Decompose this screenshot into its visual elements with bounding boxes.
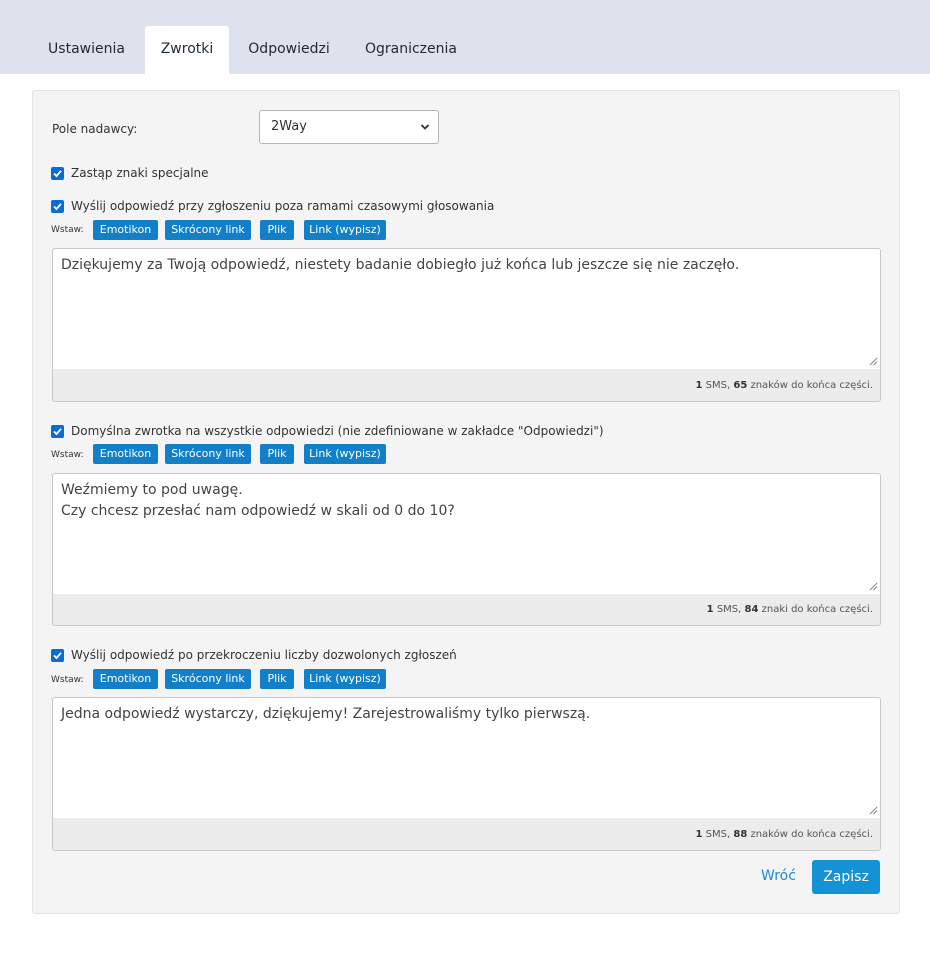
insert-file-button[interactable]: Plik <box>260 669 294 689</box>
resize-handle-icon[interactable] <box>869 806 878 815</box>
insert-emoticon-button[interactable]: Emotikon <box>93 444 158 464</box>
insert-short-link-button[interactable]: Skrócony link <box>165 220 251 240</box>
insert-label: Wstaw: <box>51 225 84 235</box>
tab-zwrotki[interactable]: Zwrotki <box>145 26 229 74</box>
insert-optout-link-button[interactable]: Link (wypisz) <box>304 444 386 464</box>
message-textarea-3[interactable]: Jedna odpowiedź wystarczy, dziękujemy! Z… <box>53 698 880 818</box>
insert-label: Wstaw: <box>51 450 84 460</box>
checkmark-icon <box>53 428 62 436</box>
resize-handle-icon[interactable] <box>869 357 878 366</box>
insert-optout-link-button[interactable]: Link (wypisz) <box>304 669 386 689</box>
section-3-checkbox[interactable] <box>51 649 64 662</box>
message-box-3: Jedna odpowiedź wystarczy, dziękujemy! Z… <box>52 697 881 851</box>
insert-file-button[interactable]: Plik <box>260 220 294 240</box>
sms-counter-2: 1 SMS, 84 znaki do końca części. <box>706 604 873 615</box>
section-1-label: Wyślij odpowiedź przy zgłoszeniu poza ra… <box>71 199 495 213</box>
insert-label: Wstaw: <box>51 675 84 685</box>
message-textarea-2[interactable]: Weźmiemy to pod uwagę. Czy chcesz przesł… <box>53 474 880 594</box>
sender-select-value: 2Way <box>271 119 307 134</box>
back-link[interactable]: Wróć <box>761 868 796 884</box>
checkmark-icon <box>53 203 62 211</box>
sms-counter-1: 1 SMS, 65 znaków do końca części. <box>695 380 874 391</box>
tab-ustawienia[interactable]: Ustawienia <box>33 26 140 74</box>
sender-label: Pole nadawcy: <box>52 122 138 136</box>
tab-odpowiedzi[interactable]: Odpowiedzi <box>234 26 344 74</box>
message-box-2: Weźmiemy to pod uwagę. Czy chcesz przesł… <box>52 473 881 626</box>
message-textarea-1[interactable]: Dziękujemy za Twoją odpowiedź, niestety … <box>53 249 880 369</box>
section-2-checkbox[interactable] <box>51 425 64 438</box>
insert-emoticon-button[interactable]: Emotikon <box>93 220 158 240</box>
section-2-label: Domyślna zwrotka na wszystkie odpowiedzi… <box>71 424 604 438</box>
checkmark-icon <box>53 652 62 660</box>
resize-handle-icon[interactable] <box>869 582 878 591</box>
chevron-down-icon <box>420 124 430 130</box>
insert-short-link-button[interactable]: Skrócony link <box>165 669 251 689</box>
tab-ograniczenia[interactable]: Ograniczenia <box>350 26 472 74</box>
insert-optout-link-button[interactable]: Link (wypisz) <box>304 220 386 240</box>
message-box-1: Dziękujemy za Twoją odpowiedź, niestety … <box>52 248 881 402</box>
section-1-checkbox[interactable] <box>51 200 64 213</box>
replace-special-label: Zastąp znaki specjalne <box>71 166 209 180</box>
section-3-label: Wyślij odpowiedź po przekroczeniu liczby… <box>71 648 457 662</box>
sms-counter-3: 1 SMS, 88 znaków do końca części. <box>695 829 874 840</box>
settings-panel: Pole nadawcy: 2Way Zastąp znaki specjaln… <box>32 90 900 914</box>
sender-select[interactable]: 2Way <box>259 110 439 144</box>
checkmark-icon <box>53 170 62 178</box>
insert-emoticon-button[interactable]: Emotikon <box>93 669 158 689</box>
insert-short-link-button[interactable]: Skrócony link <box>165 444 251 464</box>
replace-special-checkbox[interactable] <box>51 167 64 180</box>
save-button[interactable]: Zapisz <box>812 860 880 894</box>
insert-file-button[interactable]: Plik <box>260 444 294 464</box>
tab-bar: Ustawienia Zwrotki Odpowiedzi Ograniczen… <box>0 0 930 74</box>
